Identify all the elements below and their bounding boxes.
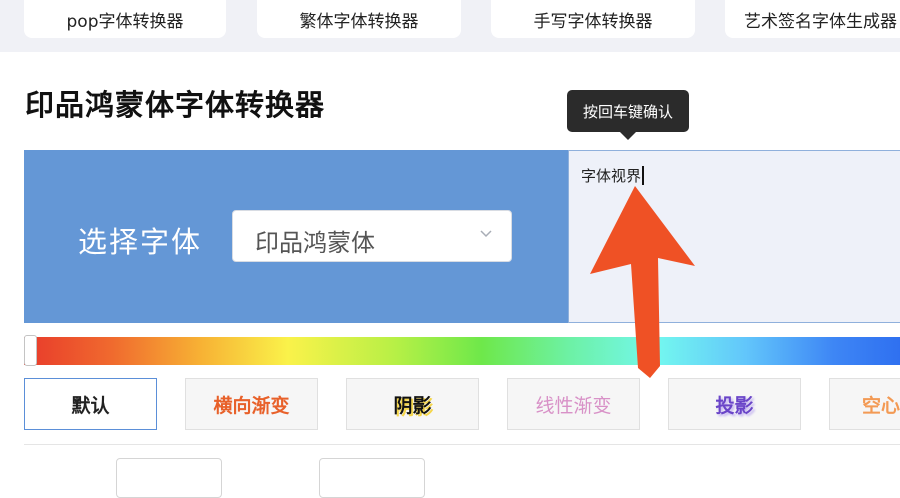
- style-linear-gradient-button[interactable]: 线性渐变: [507, 378, 640, 430]
- nav-item-handwriting-converter[interactable]: 手写字体转换器: [491, 0, 695, 38]
- text-caret: [642, 166, 644, 185]
- select-font-label: 选择字体: [78, 225, 203, 259]
- style-label: 横向渐变: [213, 394, 290, 417]
- annotation-arrow-icon: [590, 186, 695, 378]
- page-title: 印品鸿蒙体字体转换器: [25, 88, 326, 122]
- style-label: 空心: [862, 394, 900, 417]
- nav-item-traditional-converter[interactable]: 繁体字体转换器: [257, 0, 461, 38]
- text-input-value: 字体视界: [581, 167, 642, 185]
- arrow-shape: [590, 186, 695, 378]
- font-select-value: 印品鸿蒙体: [255, 229, 375, 257]
- style-horizontal-gradient-button[interactable]: 横向渐变: [185, 378, 318, 430]
- style-default-button[interactable]: 默认: [24, 378, 157, 430]
- nav-item-signature-generator[interactable]: 艺术签名字体生成器: [725, 0, 900, 38]
- nav-item-label: 艺术签名字体生成器: [744, 11, 897, 32]
- nav-item-label: pop字体转换器: [66, 11, 184, 32]
- nav-item-label: 繁体字体转换器: [299, 11, 419, 32]
- enter-confirm-tooltip: 按回车键确认: [567, 90, 689, 140]
- option-box[interactable]: [319, 458, 425, 498]
- style-label: 阴影: [393, 394, 432, 417]
- option-box[interactable]: [116, 458, 222, 498]
- style-projection-button[interactable]: 投影: [668, 378, 801, 430]
- color-slider-track[interactable]: [24, 337, 900, 365]
- font-select-dropdown[interactable]: 印品鸿蒙体: [232, 210, 512, 262]
- top-nav: pop字体转换器 繁体字体转换器 手写字体转换器 艺术签名字体生成器: [0, 0, 900, 52]
- style-label: 投影: [715, 394, 754, 417]
- style-label: 默认: [71, 394, 110, 417]
- tooltip-text: 按回车键确认: [582, 102, 673, 121]
- font-select-panel: 选择字体 印品鸿蒙体: [24, 150, 568, 323]
- style-hollow-button[interactable]: 空心: [829, 378, 900, 430]
- style-shadow-button[interactable]: 阴影: [346, 378, 479, 430]
- chevron-down-icon: [480, 230, 492, 238]
- nav-item-pop-converter[interactable]: pop字体转换器: [24, 0, 226, 38]
- style-label: 线性渐变: [535, 394, 612, 417]
- text-input-content: 字体视界: [581, 165, 644, 186]
- color-slider-handle[interactable]: [24, 335, 37, 366]
- nav-item-label: 手写字体转换器: [533, 11, 653, 32]
